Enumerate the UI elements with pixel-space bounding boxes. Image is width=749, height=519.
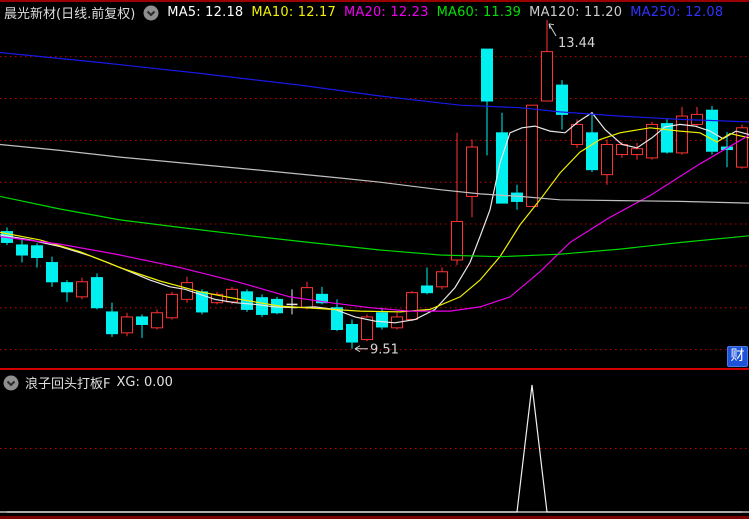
- chevron-down-icon[interactable]: [3, 375, 19, 391]
- signal-spike-line: [7, 384, 742, 513]
- stock-title: 晨光新材(日线.前复权): [4, 7, 136, 22]
- main-chart-header: 晨光新材(日线.前复权) MA5: 12.18 MA10: 12.17 MA20…: [4, 3, 723, 22]
- candle-up: [166, 293, 178, 319]
- candle-up: [646, 123, 658, 159]
- annotation-high: 13.44: [558, 36, 595, 51]
- candle-up: [571, 123, 583, 146]
- candle-up: [601, 144, 613, 176]
- indicator-name: 浪子回头打板F: [25, 377, 111, 392]
- candle-up: [121, 316, 133, 334]
- candle-down: [556, 84, 568, 115]
- candle-up: [466, 146, 478, 197]
- candle-down: [421, 285, 433, 294]
- candle-up: [541, 51, 553, 102]
- candle-up: [451, 221, 463, 261]
- indicator-value: XG: 0.00: [116, 375, 173, 390]
- ma20-legend: MA20: 12.23: [343, 5, 429, 20]
- candlestick-chart[interactable]: 13.44 9.51: [0, 0, 749, 369]
- ma-line-ma250: [0, 51, 749, 123]
- candle-down: [106, 311, 118, 335]
- candle-down: [496, 132, 508, 204]
- ma-line-ma60: [0, 195, 749, 258]
- candle-down: [481, 48, 493, 102]
- candle-up: [676, 115, 688, 154]
- candle-down: [31, 245, 43, 259]
- indicator-header: 浪子回头打板F XG: 0.00: [3, 373, 173, 392]
- ma5-legend: MA5: 12.18: [167, 5, 244, 20]
- candle-up: [616, 144, 628, 156]
- candle-down: [136, 316, 148, 325]
- candle-up: [226, 288, 238, 303]
- candle-down: [376, 312, 388, 328]
- candle-down: [16, 244, 28, 256]
- chevron-down-icon[interactable]: [143, 5, 159, 21]
- candle-up: [631, 148, 643, 156]
- cailianshe-watermark-badge: 财: [727, 346, 748, 367]
- candle-up: [151, 312, 163, 329]
- candle-down: [91, 277, 103, 309]
- candle-up: [301, 287, 313, 309]
- stock-app-window: 晨光新材(日线.前复权) MA5: 12.18 MA10: 12.17 MA20…: [0, 0, 749, 519]
- candle-up: [436, 271, 448, 288]
- candle-up: [406, 292, 418, 320]
- candle-down: [61, 282, 73, 293]
- ma10-legend: MA10: 12.17: [251, 5, 336, 20]
- annotation-arrow-high: [548, 23, 557, 37]
- candle-up: [76, 281, 88, 298]
- ma60-legend: MA60: 11.39: [436, 5, 522, 20]
- ma120-legend: MA120: 11.20: [529, 5, 623, 20]
- ma250-legend: MA250: 12.08: [630, 5, 724, 20]
- ma-line-ma20: [0, 134, 749, 312]
- annotation-low: 9.51: [370, 343, 399, 358]
- candle-down: [46, 262, 58, 283]
- candle-down: [586, 132, 598, 171]
- annotation-arrow-low: [354, 345, 368, 353]
- candle-down: [511, 192, 523, 202]
- candle-up: [526, 104, 538, 207]
- candle-down: [346, 323, 358, 343]
